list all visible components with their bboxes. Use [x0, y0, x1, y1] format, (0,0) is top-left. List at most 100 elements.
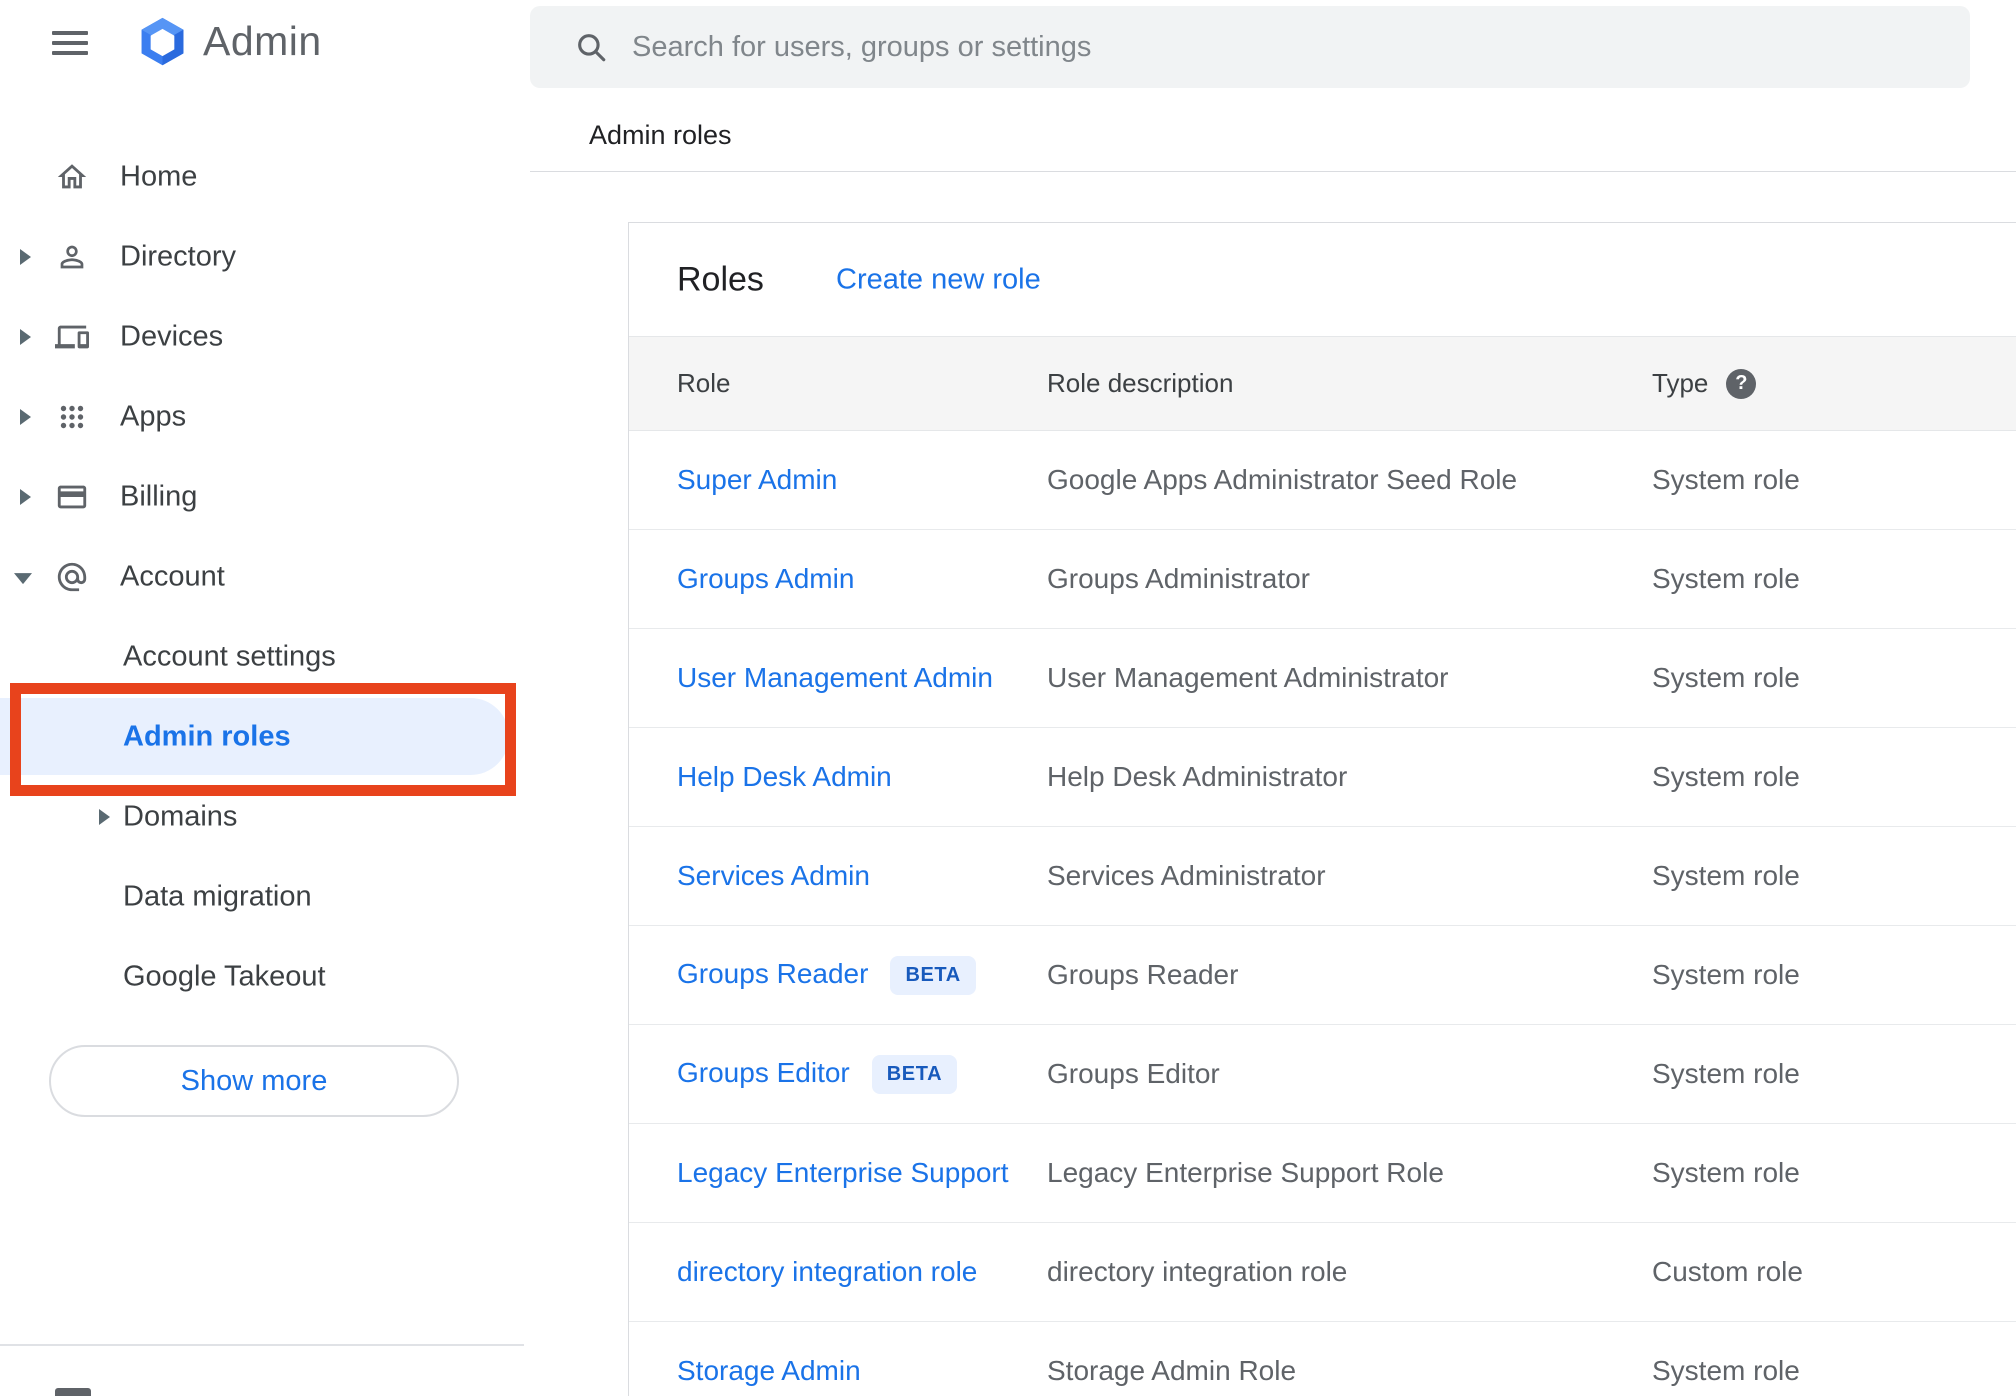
sidebar-item-label: Directory	[120, 240, 237, 273]
chevron-right-icon[interactable]	[20, 329, 31, 345]
sidebar-item-google-takeout[interactable]: Google Takeout	[0, 937, 530, 1017]
role-link[interactable]: Groups Reader	[677, 958, 868, 989]
create-new-role-link[interactable]: Create new role	[836, 263, 1041, 296]
sidebar-item-data-migration[interactable]: Data migration	[0, 857, 530, 937]
table-row-storage-admin: Storage Admin Storage Admin Role System ro…	[629, 1322, 2016, 1396]
role-type-cell: System role	[1652, 1058, 1800, 1089]
role-description-cell: Legacy Enterprise Support Role	[1047, 1157, 1444, 1188]
apps-grid-icon	[55, 400, 89, 434]
beta-badge: BETA	[871, 1054, 958, 1094]
role-cell: User Management Admin	[629, 662, 1047, 694]
roles-card-header: Roles Create new role	[629, 223, 2016, 336]
column-header-type: Type ?	[1652, 368, 2016, 399]
search-input[interactable]	[630, 29, 1970, 65]
role-description-cell: Groups Administrator	[1047, 563, 1310, 594]
card-title: Roles	[677, 260, 764, 298]
role-cell: Groups Admin	[629, 563, 1047, 595]
table-row-groups-reader: Groups Reader BETA Groups Reader System rol…	[629, 926, 2016, 1025]
sidebar-item-label: Apps	[120, 400, 187, 433]
sidebar-item-directory[interactable]: Directory	[0, 217, 530, 297]
sidebar-item-label: Home	[120, 160, 198, 193]
chevron-right-icon[interactable]	[99, 809, 110, 825]
column-header-description: Role description	[1047, 368, 1234, 398]
sidebar-item-account[interactable]: Account	[0, 537, 530, 617]
role-link[interactable]: Services Admin	[677, 860, 870, 891]
role-type-cell: System role	[1652, 959, 1800, 990]
sidebar-item-domains[interactable]: Domains	[0, 777, 530, 857]
role-type-cell: System role	[1652, 860, 1800, 891]
partially-visible-icon	[55, 1388, 91, 1396]
sidebar-divider	[0, 1344, 524, 1346]
table-row-services-admin: Services Admin Services Administrator Syst…	[629, 827, 2016, 926]
table-row-super-admin: Super Admin Google Apps Administrator See…	[629, 431, 2016, 530]
sidebar-item-account-settings[interactable]: Account settings	[0, 617, 530, 697]
home-icon	[55, 160, 89, 194]
chevron-down-icon[interactable]	[14, 573, 32, 585]
table-header-row: Role Role description Type ?	[629, 336, 2016, 431]
credit-card-icon	[55, 480, 89, 514]
chevron-right-icon[interactable]	[20, 409, 31, 425]
sidebar-item-devices[interactable]: Devices	[0, 297, 530, 377]
search-icon	[574, 30, 608, 64]
table-row-groups-editor: Groups Editor BETA Groups Editor System rol…	[629, 1025, 2016, 1124]
table-row-groups-admin: Groups Admin Groups Administrator System r…	[629, 530, 2016, 629]
role-description-cell: Storage Admin Role	[1047, 1355, 1297, 1386]
role-link[interactable]: User Management Admin	[677, 662, 993, 693]
help-icon[interactable]: ?	[1726, 368, 1757, 399]
sidebar-item-label: Google Takeout	[123, 960, 326, 993]
google-admin-console: Admin Home Directory Devices Apps Billing Acc…	[0, 0, 2016, 1396]
table-row-help-desk-admin: Help Desk Admin Help Desk Administrator Sy…	[629, 728, 2016, 827]
menu-icon[interactable]	[52, 31, 88, 57]
role-link[interactable]: directory integration role	[677, 1256, 977, 1287]
admin-logo-icon	[137, 17, 188, 72]
role-link[interactable]: Super Admin	[677, 464, 837, 495]
person-icon	[55, 240, 89, 274]
role-cell: Help Desk Admin	[629, 761, 1047, 793]
role-link[interactable]: Storage Admin	[677, 1355, 861, 1386]
role-description-cell: Help Desk Administrator	[1047, 761, 1348, 792]
header-divider	[530, 171, 2016, 172]
sidebar-item-label: Account settings	[123, 640, 336, 673]
chevron-right-icon[interactable]	[20, 249, 31, 265]
sidebar-item-label: Data migration	[123, 880, 312, 913]
role-cell: Groups Reader BETA	[629, 955, 1047, 995]
sidebar-item-home[interactable]: Home	[0, 137, 530, 217]
sidebar-item-billing[interactable]: Billing	[0, 457, 530, 537]
sidebar-item-label: Admin roles	[123, 720, 291, 753]
role-link[interactable]: Help Desk Admin	[677, 761, 892, 792]
roles-card: Roles Create new role Role Role descript…	[628, 222, 2016, 1396]
devices-icon	[55, 320, 89, 354]
role-link[interactable]: Groups Admin	[677, 563, 854, 594]
role-type-cell: System role	[1652, 563, 1800, 594]
role-type-cell: System role	[1652, 662, 1800, 693]
sidebar-item-admin-roles[interactable]: Admin roles	[0, 697, 530, 777]
table-row-legacy-enterprise-support: Legacy Enterprise Support Legacy Enterpri…	[629, 1124, 2016, 1223]
role-cell: Services Admin	[629, 860, 1047, 892]
chevron-right-icon[interactable]	[20, 489, 31, 505]
role-cell: Legacy Enterprise Support	[629, 1157, 1047, 1189]
search-bar[interactable]	[530, 6, 1970, 88]
role-description-cell: directory integration role	[1047, 1256, 1348, 1287]
role-link[interactable]: Legacy Enterprise Support	[677, 1157, 1009, 1188]
sidebar-nav: Home Directory Devices Apps Billing Account Ac…	[0, 137, 530, 1017]
role-description-cell: Groups Editor	[1047, 1058, 1220, 1089]
role-description-cell: User Management Administrator	[1047, 662, 1449, 693]
sidebar-item-label: Billing	[120, 480, 198, 513]
breadcrumb: Admin roles	[589, 120, 732, 150]
column-header-role: Role	[677, 368, 731, 398]
role-type-cell: System role	[1652, 761, 1800, 792]
role-type-cell: Custom role	[1652, 1256, 1803, 1287]
sidebar-item-label: Devices	[120, 320, 224, 353]
at-sign-icon	[55, 560, 89, 594]
table-row-user-management-admin: User Management Admin User Management Adm…	[629, 629, 2016, 728]
sidebar: Admin Home Directory Devices Apps Billing Acc…	[0, 0, 530, 1396]
role-description-cell: Google Apps Administrator Seed Role	[1047, 464, 1518, 495]
beta-badge: BETA	[890, 955, 976, 995]
sidebar-item-apps[interactable]: Apps	[0, 377, 530, 457]
show-more-button[interactable]: Show more	[49, 1045, 459, 1117]
role-description-cell: Services Administrator	[1047, 860, 1326, 891]
role-cell: directory integration role	[629, 1256, 1047, 1288]
roles-table-body: Super Admin Google Apps Administrator See…	[629, 431, 2016, 1396]
sidebar-item-label: Account	[120, 560, 225, 593]
role-link[interactable]: Groups Editor	[677, 1057, 850, 1088]
